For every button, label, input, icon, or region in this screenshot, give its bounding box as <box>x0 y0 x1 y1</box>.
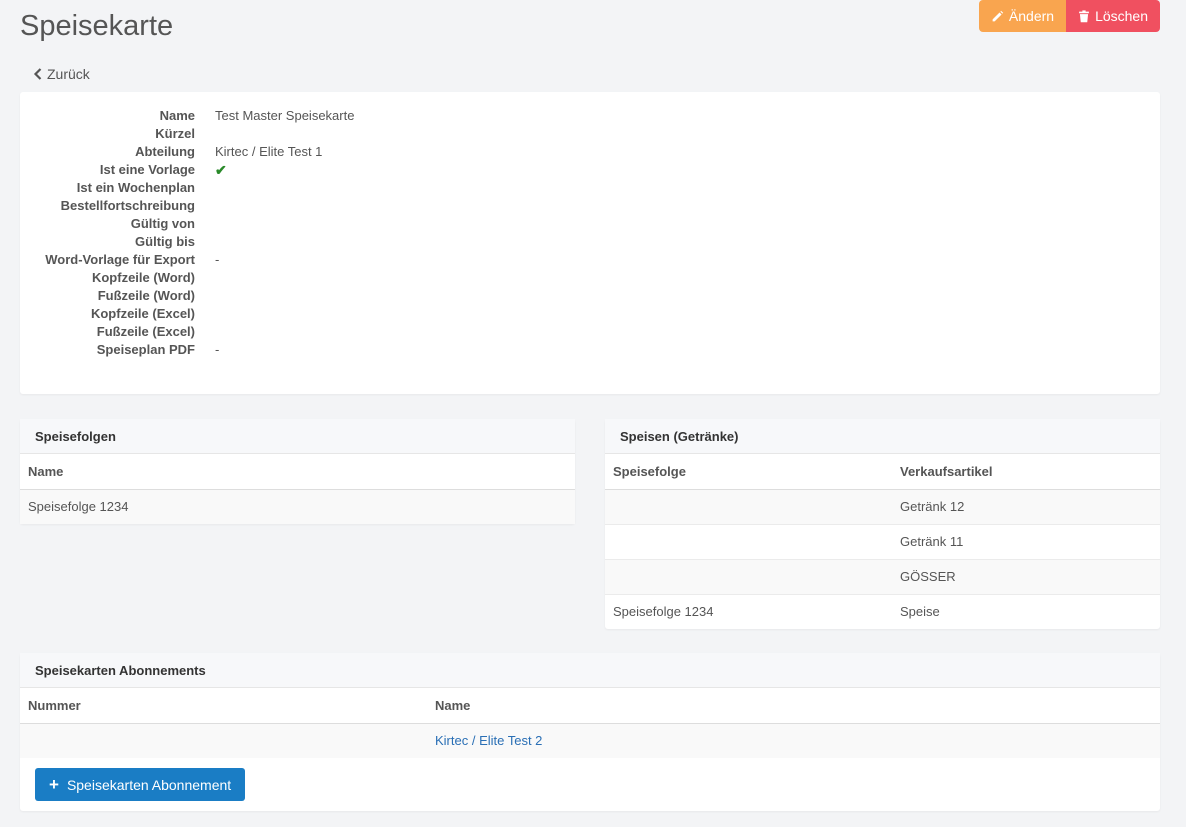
pencil-icon <box>992 10 1004 21</box>
table-cell: Getränk 12 <box>892 489 1160 525</box>
subscription-link[interactable]: Kirtec / Elite Test 2 <box>435 733 542 748</box>
detail-row: Speiseplan PDF - <box>20 341 1160 359</box>
detail-row: Ist eine Vorlage ✔ <box>20 161 1160 179</box>
detail-value: Test Master Speisekarte <box>215 108 355 123</box>
detail-label: Ist ein Wochenplan <box>76 180 195 195</box>
abonnements-column-header: Nummer <box>20 688 427 724</box>
detail-row: Abteilung Kirtec / Elite Test 1 <box>20 143 1160 161</box>
speisefolgen-title: Speisefolgen <box>20 419 575 454</box>
table-row: Getränk 11 <box>605 524 1160 560</box>
detail-row: Fußzeile (Word) <box>20 287 1160 305</box>
table-row: Speisefolge 1234 <box>20 489 575 524</box>
detail-label: Ist eine Vorlage <box>99 162 195 177</box>
table-cell <box>20 723 427 758</box>
add-abonnement-button[interactable]: + Speisekarten Abonnement <box>35 768 246 801</box>
detail-value: - <box>215 342 220 357</box>
detail-label: Gültig bis <box>135 234 195 249</box>
trash-icon <box>1079 9 1089 22</box>
table-cell <box>605 524 892 560</box>
detail-label: Name <box>159 108 195 123</box>
speisen-panel: Speisen (Getränke) Speisefolge Verkaufsar… <box>605 419 1160 629</box>
page-title: Speisekarte <box>20 10 174 42</box>
add-abonnement-label: Speisekarten Abonnement <box>66 776 232 793</box>
detail-label: Kürzel <box>155 126 195 141</box>
detail-row: Gültig bis <box>20 233 1160 251</box>
table-cell: Speisefolge 1234 <box>20 489 575 524</box>
detail-label: Gültig von <box>130 216 195 231</box>
speisen-column-header: Verkaufsartikel <box>892 454 1160 490</box>
detail-label: Kopfzeile (Excel) <box>90 306 195 321</box>
detail-row: Kopfzeile (Word) <box>20 269 1160 287</box>
detail-row: Kopfzeile (Excel) <box>20 305 1160 323</box>
table-row: GÖSSER <box>605 559 1160 595</box>
speisefolgen-column-header: Name <box>20 454 575 490</box>
table-row: Getränk 12 <box>605 489 1160 525</box>
speisen-table: Speisefolge Verkaufsartikel Getränk 12 Get… <box>605 454 1160 629</box>
detail-value: - <box>215 252 220 267</box>
table-cell: Speise <box>900 604 940 620</box>
table-cell: Speisefolge 1234 <box>613 604 714 620</box>
detail-label: Word-Vorlage für Export <box>45 252 195 267</box>
abonnements-table: Nummer Name Kirtec / Elite Test 2 <box>20 688 1160 758</box>
table-cell: Kirtec / Elite Test 2 <box>427 723 1160 758</box>
detail-row: Name Test Master Speisekarte <box>20 107 1160 125</box>
table-cell: GÖSSER <box>892 559 1160 595</box>
speisen-column-header: Speisefolge <box>605 454 892 490</box>
edit-button-label: Ändern <box>1008 8 1055 24</box>
detail-row: Fußzeile (Excel) <box>20 323 1160 341</box>
chevron-left-icon <box>33 68 42 80</box>
detail-label: Speiseplan PDF <box>96 342 195 357</box>
detail-label: Fußzeile (Word) <box>97 288 195 303</box>
detail-label: Fußzeile (Excel) <box>96 324 195 339</box>
table-row: Speisefolge 1234 Speise <box>605 594 1160 629</box>
action-buttons: Ändern Löschen <box>978 0 1160 32</box>
detail-value: Kirtec / Elite Test 1 <box>215 144 323 159</box>
abonnements-title: Speisekarten Abonnements <box>20 653 1160 688</box>
check-icon: ✔ <box>215 162 227 178</box>
abonnements-column-header: Name <box>427 688 1160 724</box>
detail-row: Word-Vorlage für Export - <box>20 251 1160 269</box>
detail-label: Kopfzeile (Word) <box>91 270 195 285</box>
table-row: Kirtec / Elite Test 2 <box>20 723 1160 758</box>
speisefolgen-table: Name Speisefolge 1234 <box>20 454 575 524</box>
table-cell: Getränk 11 <box>892 524 1160 560</box>
detail-label: Bestellfortschreibung <box>60 198 195 213</box>
detail-row: Bestellfortschreibung <box>20 197 1160 215</box>
back-link[interactable]: Zurück <box>33 66 90 82</box>
table-cell <box>605 489 892 525</box>
speisen-title: Speisen (Getränke) <box>605 419 1160 454</box>
delete-button-label: Löschen <box>1095 8 1148 24</box>
delete-button[interactable]: Löschen <box>1066 0 1160 32</box>
abonnements-panel: Speisekarten Abonnements Nummer Name Kirt… <box>20 653 1160 811</box>
detail-label: Abteilung <box>135 144 195 159</box>
speisefolgen-panel: Speisefolgen Name Speisefolge 1234 <box>20 419 575 524</box>
table-cell <box>605 559 892 595</box>
plus-icon: + <box>49 774 59 794</box>
detail-row: Kürzel <box>20 125 1160 143</box>
detail-row: Gültig von <box>20 215 1160 233</box>
edit-button[interactable]: Ändern <box>978 0 1067 32</box>
back-link-label: Zurück <box>47 66 90 82</box>
detail-row: Ist ein Wochenplan <box>20 179 1160 197</box>
details-card: Name Test Master Speisekarte Kürzel Abteilu… <box>20 92 1160 394</box>
